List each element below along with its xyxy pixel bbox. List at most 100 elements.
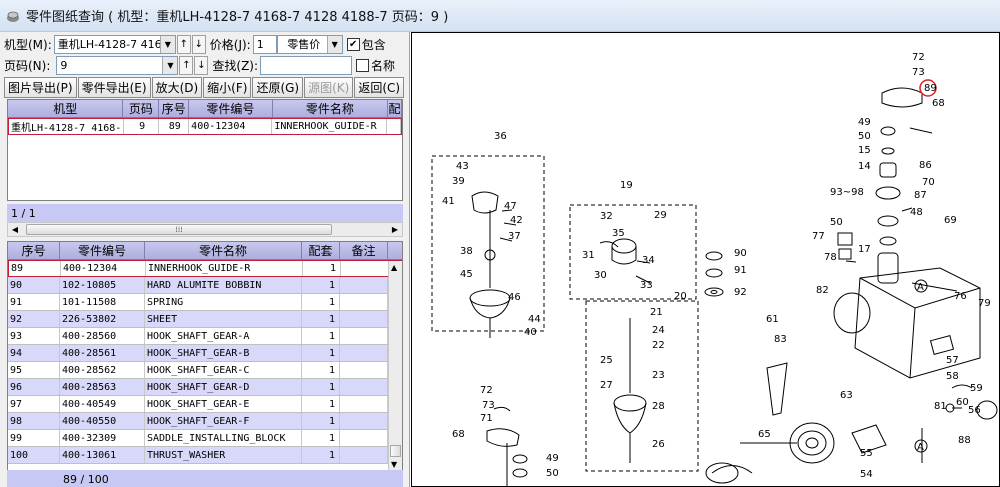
part-number-label[interactable]: 90	[734, 248, 747, 259]
part-number-label[interactable]: 55	[860, 448, 873, 459]
part-number-label[interactable]: 43	[456, 161, 469, 172]
part-number-label[interactable]: 92	[734, 287, 747, 298]
column-header[interactable]: 配	[388, 100, 402, 117]
vertical-scrollbar[interactable]: ▲ ▼	[388, 261, 402, 470]
part-number-label[interactable]: 26	[652, 439, 665, 450]
part-number-label[interactable]: 81	[934, 401, 947, 412]
part-number-label[interactable]: 72	[912, 52, 925, 63]
page-select[interactable]: 9 ▼	[56, 55, 179, 75]
price-input[interactable]: 1	[252, 34, 277, 54]
table-row[interactable]: 96 400-28563 HOOK_SHAFT_GEAR-D 1	[8, 379, 402, 396]
column-header[interactable]: 序号	[159, 100, 190, 117]
part-number-label[interactable]: 89	[924, 83, 937, 94]
include-checkbox[interactable]: ✔	[346, 37, 360, 51]
arrow-up-icon[interactable]: ↑	[179, 55, 194, 75]
column-header[interactable]: 页码	[123, 100, 160, 117]
part-number-label[interactable]: 39	[452, 176, 465, 187]
chevron-down-icon[interactable]: ▼	[162, 56, 178, 74]
part-number-label[interactable]: 33	[640, 280, 653, 291]
back-button[interactable]: 返回(C)	[354, 77, 405, 98]
part-number-label[interactable]: 44	[528, 314, 541, 325]
scroll-thumb[interactable]	[390, 445, 401, 457]
part-number-label[interactable]: 31	[582, 250, 595, 261]
part-number-label[interactable]: 32	[600, 211, 613, 222]
part-number-label[interactable]: 56	[968, 405, 981, 416]
source-image-button[interactable]: 源图(K)	[304, 77, 354, 98]
part-number-label[interactable]: 42	[510, 215, 523, 226]
part-number-label[interactable]: 40	[524, 327, 537, 338]
part-number-label[interactable]: 19	[620, 180, 633, 191]
chevron-down-icon[interactable]: ▼	[159, 35, 175, 53]
column-header[interactable]: 零件名称	[145, 242, 302, 259]
price-type-select[interactable]: 零售价 ▼	[276, 34, 343, 54]
part-number-label[interactable]: 23	[652, 370, 665, 381]
part-number-label[interactable]: 49	[546, 453, 559, 464]
column-header[interactable]: 零件名称	[273, 100, 389, 117]
table-row[interactable]: 91 101-11508 SPRING 1	[8, 294, 402, 311]
part-number-label[interactable]: 72	[480, 385, 493, 396]
table-row[interactable]: 重机LH-4128-7 4168- 9 89 400-12304 INNERHO…	[8, 118, 402, 135]
table-row[interactable]: 98 400-40550 HOOK_SHAFT_GEAR-F 1	[8, 413, 402, 430]
part-number-label[interactable]: 68	[932, 98, 945, 109]
part-number-label[interactable]: 47	[504, 201, 517, 212]
part-number-label[interactable]: 34	[642, 255, 655, 266]
part-number-label[interactable]: 78	[824, 252, 837, 263]
chevron-right-icon[interactable]: ▶	[388, 223, 402, 236]
table-row[interactable]: 89 400-12304 INNERHOOK_GUIDE-R 1	[8, 260, 402, 277]
chevron-down-icon[interactable]: ▼	[391, 460, 397, 469]
scroll-thumb[interactable]: ⁞⁞⁞	[26, 224, 332, 235]
part-number-label[interactable]: 54	[860, 469, 873, 480]
part-number-label[interactable]: 38	[460, 246, 473, 257]
part-number-label[interactable]: 86	[919, 160, 932, 171]
part-number-label[interactable]: 48	[910, 207, 923, 218]
export-image-button[interactable]: 图片导出(P)	[4, 77, 77, 98]
part-number-label[interactable]: 73	[482, 400, 495, 411]
part-number-label[interactable]: 63	[840, 390, 853, 401]
column-header[interactable]: 序号	[8, 242, 60, 259]
part-number-label[interactable]: 46	[508, 292, 521, 303]
table-row[interactable]: 99 400-32309 SADDLE_INSTALLING_BLOCK 1	[8, 430, 402, 447]
part-number-label[interactable]: 93~98	[830, 187, 864, 198]
part-number-label[interactable]: 69	[944, 215, 957, 226]
part-number-label[interactable]: 65	[758, 429, 771, 440]
zoom-out-button[interactable]: 缩小(F)	[203, 77, 252, 98]
part-number-label[interactable]: 27	[600, 380, 613, 391]
part-number-label[interactable]: 91	[734, 265, 747, 276]
part-number-label[interactable]: 45	[460, 269, 473, 280]
zoom-in-button[interactable]: 放大(D)	[151, 77, 203, 98]
table-row[interactable]: 90 102-10805 HARD ALUMITE BOBBIN 1	[8, 277, 402, 294]
part-number-label[interactable]: 77	[812, 231, 825, 242]
column-header[interactable]: 配套	[302, 242, 340, 259]
part-number-label[interactable]: 20	[674, 291, 687, 302]
part-number-label[interactable]: 71	[480, 413, 493, 424]
part-number-label[interactable]: 83	[774, 334, 787, 345]
column-header[interactable]: 零件编号	[60, 242, 145, 259]
chevron-left-icon[interactable]: ◀	[8, 223, 22, 236]
part-number-label[interactable]: 35	[612, 228, 625, 239]
part-number-label[interactable]: 41	[442, 196, 455, 207]
arrow-down-icon[interactable]: ↓	[191, 34, 206, 54]
model-select[interactable]: 重机LH-4128-7 4168- ▼	[53, 34, 176, 54]
table-row[interactable]: 95 400-28562 HOOK_SHAFT_GEAR-C 1	[8, 362, 402, 379]
table-row[interactable]: 93 400-28560 HOOK_SHAFT_GEAR-A 1	[8, 328, 402, 345]
table-row[interactable]: 92 226-53802 SHEET 1	[8, 311, 402, 328]
part-number-label[interactable]: 49	[858, 117, 871, 128]
part-number-label[interactable]: 87	[914, 190, 927, 201]
part-number-label[interactable]: 17	[858, 244, 871, 255]
part-number-label[interactable]: 73	[912, 67, 925, 78]
part-number-label[interactable]: 50	[546, 468, 559, 479]
search-input[interactable]	[260, 55, 353, 75]
restore-button[interactable]: 还原(G)	[252, 77, 304, 98]
chevron-down-icon[interactable]: ▼	[326, 35, 342, 53]
chevron-up-icon[interactable]: ▲	[391, 263, 397, 272]
part-number-label[interactable]: 50	[858, 131, 871, 142]
arrow-down-icon[interactable]: ↓	[194, 55, 209, 75]
part-number-label[interactable]: 61	[766, 314, 779, 325]
part-number-label[interactable]: 25	[600, 355, 613, 366]
column-header[interactable]: 零件编号	[189, 100, 273, 117]
part-number-label[interactable]: 28	[652, 401, 665, 412]
parts-diagram[interactable]: 72 73 89 68 49 50 15 86 70 87 48 93~98 14 69 50 77 17 78 7…	[411, 32, 1000, 487]
part-number-label[interactable]: 60	[956, 397, 969, 408]
table-row[interactable]: 97 400-40549 HOOK_SHAFT_GEAR-E 1	[8, 396, 402, 413]
part-number-label[interactable]: 58	[946, 371, 959, 382]
